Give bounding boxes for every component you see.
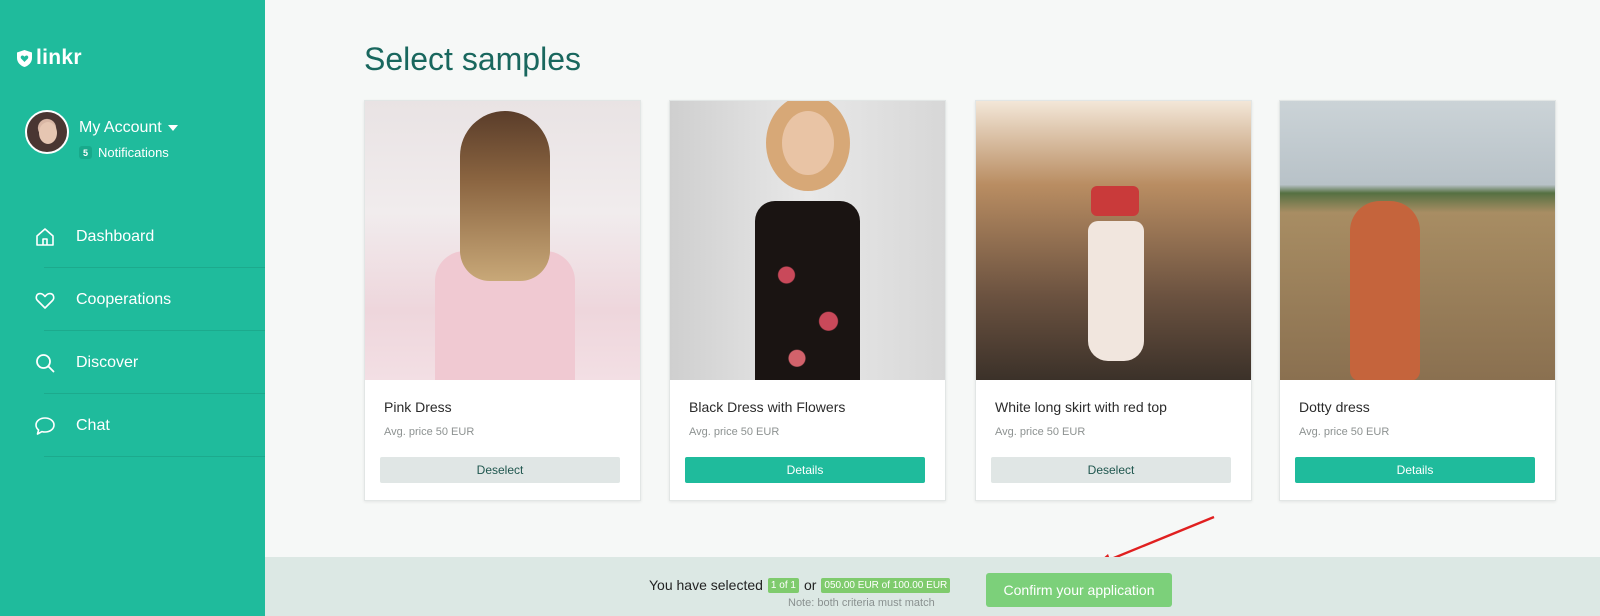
sidebar-item-discover[interactable]: Discover (0, 331, 265, 394)
details-button[interactable]: Details (1295, 457, 1535, 483)
sidebar-item-chat[interactable]: Chat (0, 394, 265, 457)
logo[interactable]: linkr (16, 46, 82, 70)
notification-count-badge: 5 (79, 146, 92, 159)
search-icon (36, 353, 55, 372)
sample-price: Avg. price 50 EUR (1299, 426, 1390, 438)
notifications-label: Notifications (98, 145, 169, 160)
sample-card: Dotty dress Avg. price 50 EUR Details (1279, 100, 1556, 501)
selection-bar: You have selected 1 of 1 or 050.00 EUR o… (265, 557, 1600, 616)
sample-name: Black Dress with Flowers (689, 399, 846, 415)
sample-price: Avg. price 50 EUR (995, 426, 1086, 438)
avatar[interactable] (25, 110, 69, 154)
sample-name: White long skirt with red top (995, 399, 1167, 415)
selection-or: or (803, 577, 817, 593)
selection-summary: You have selected 1 of 1 or 050.00 EUR o… (649, 577, 951, 593)
sidebar-item-cooperations[interactable]: Cooperations (0, 268, 265, 331)
sample-card: Black Dress with Flowers Avg. price 50 E… (669, 100, 946, 501)
details-button[interactable]: Details (685, 457, 925, 483)
sidebar-item-label: Chat (76, 416, 110, 434)
sidebar-item-label: Discover (76, 353, 139, 371)
sample-price: Avg. price 50 EUR (384, 426, 475, 438)
selection-prefix: You have selected (649, 577, 763, 593)
account-name: My Account (79, 119, 162, 136)
home-icon (36, 227, 54, 246)
sample-photo[interactable] (365, 101, 640, 380)
notifications-link[interactable]: 5 Notifications (79, 145, 178, 160)
caret-down-icon (167, 125, 178, 131)
deselect-button[interactable]: Deselect (380, 457, 620, 483)
selection-count-badge: 1 of 1 (767, 577, 799, 593)
sidebar-nav: Dashboard Cooperations Discover Chat (0, 205, 265, 457)
confirm-application-button[interactable]: Confirm your application (986, 573, 1172, 607)
shield-heart-icon (17, 49, 32, 67)
sample-name: Pink Dress (384, 399, 452, 415)
logo-text: linkr (36, 46, 82, 69)
criteria-note: Note: both criteria must match (788, 597, 935, 609)
sidebar: linkr My Account 5 Notifications Dashboa… (0, 0, 265, 616)
sidebar-item-label: Dashboard (76, 227, 155, 245)
sample-name: Dotty dress (1299, 399, 1370, 415)
page-title: Select samples (364, 41, 581, 77)
sample-card: Pink Dress Avg. price 50 EUR Deselect (364, 100, 641, 501)
heart-icon (35, 292, 55, 309)
sample-photo[interactable] (670, 101, 945, 380)
deselect-button[interactable]: Deselect (991, 457, 1231, 483)
chat-bubble-icon (35, 416, 55, 435)
sample-card: White long skirt with red top Avg. price… (975, 100, 1252, 501)
sidebar-item-dashboard[interactable]: Dashboard (0, 205, 265, 268)
sample-photo[interactable] (976, 101, 1251, 380)
sidebar-item-label: Cooperations (76, 290, 172, 308)
sample-photo[interactable] (1280, 101, 1555, 380)
selection-amount-badge: 050.00 EUR of 100.00 EUR (821, 577, 951, 593)
account-menu[interactable]: My Account 5 Notifications (25, 110, 178, 160)
account-dropdown[interactable]: My Account (79, 119, 178, 137)
sample-price: Avg. price 50 EUR (689, 426, 780, 438)
